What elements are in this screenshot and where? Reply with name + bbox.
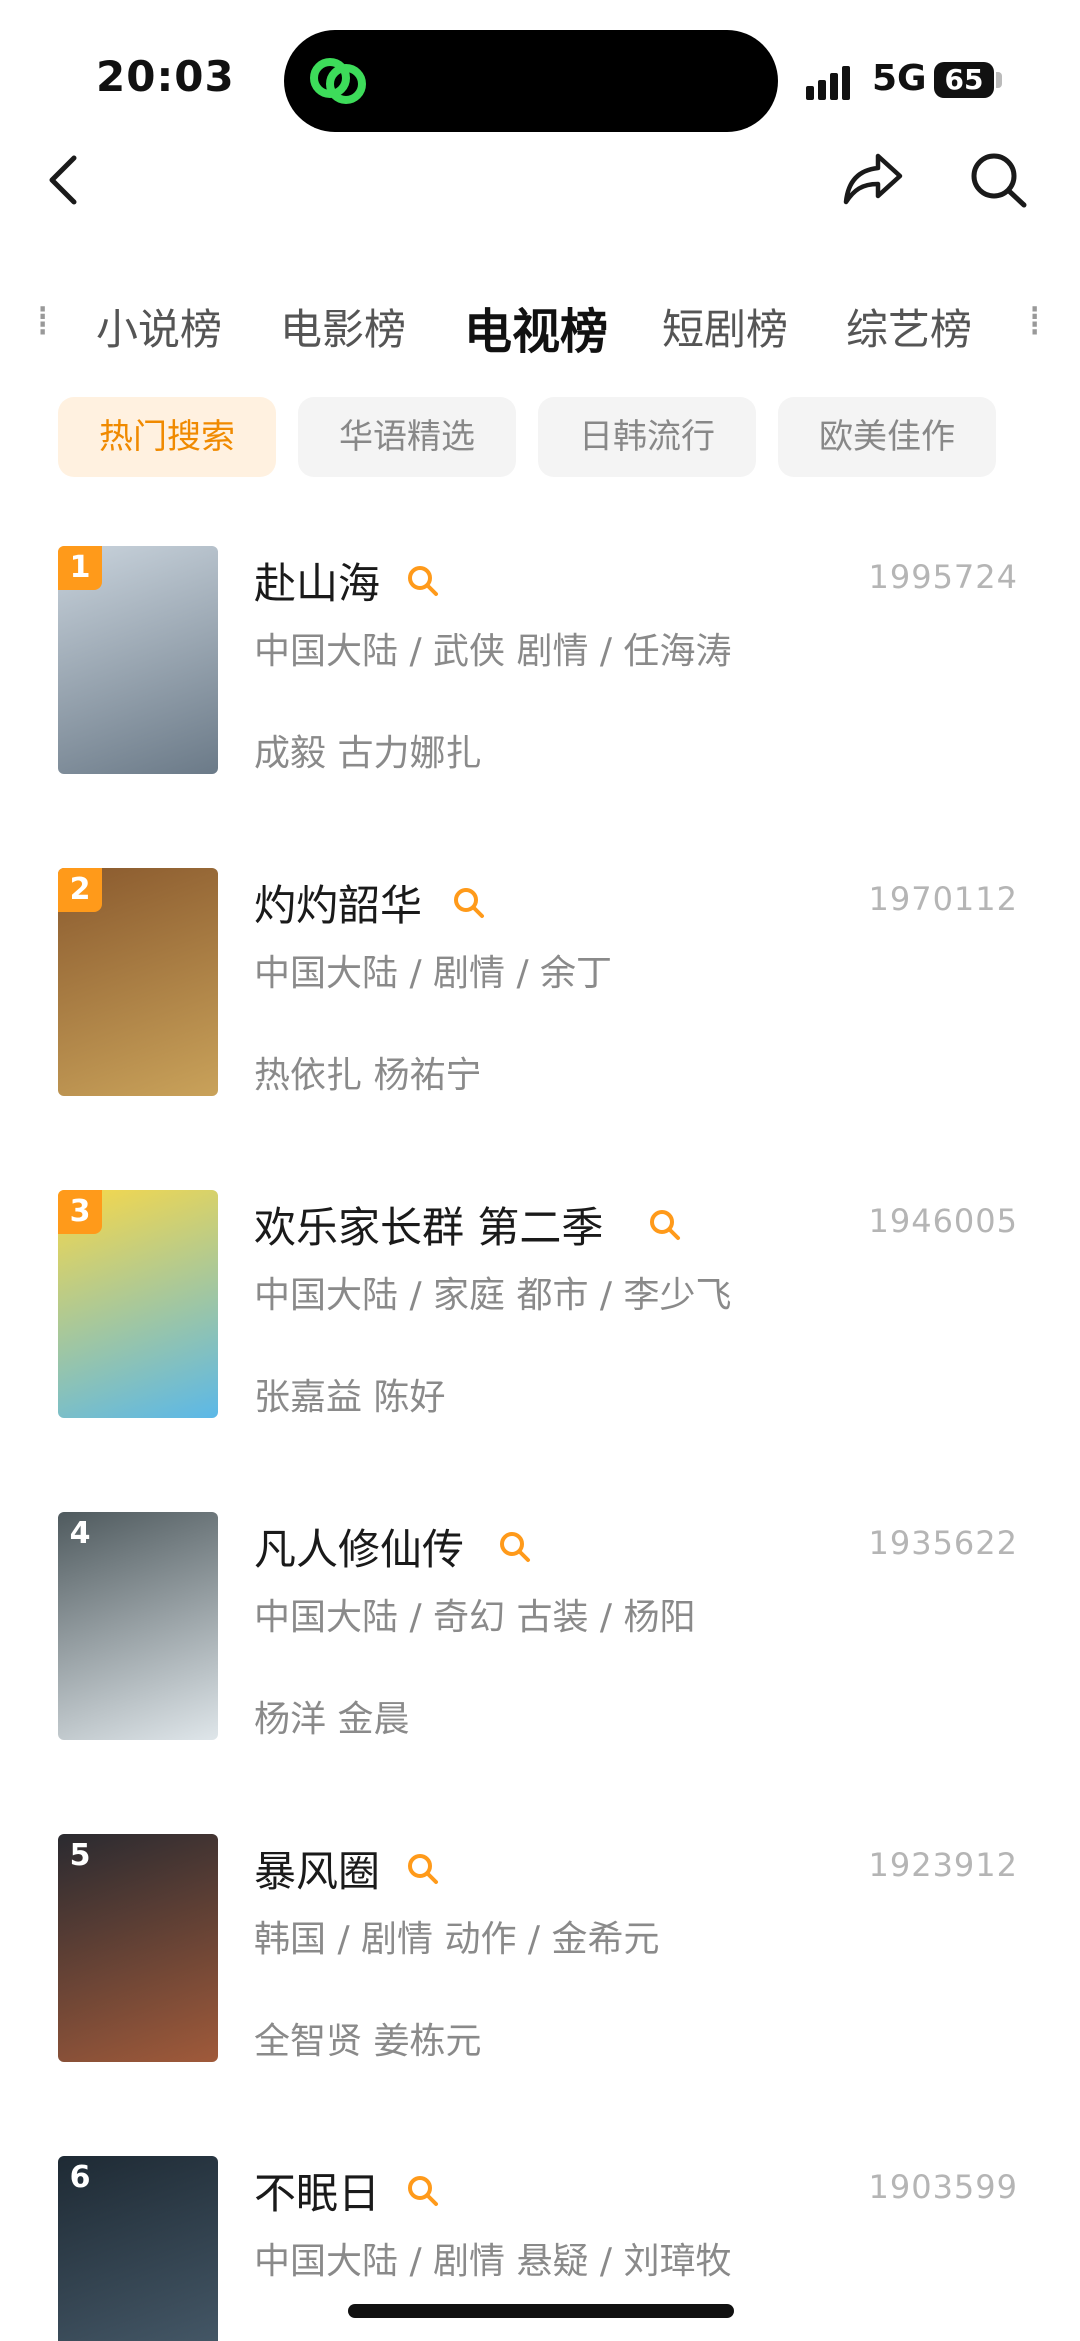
search-icon[interactable] <box>452 886 486 920</box>
tab-edge-left: ⁞ <box>36 296 50 345</box>
item-title[interactable]: 赴山海 <box>254 550 380 611</box>
item-cast: 杨洋 金晨 <box>254 1699 410 1740</box>
rank-badge: 2 <box>58 868 102 912</box>
tab-edge-right: ⁞ <box>1028 296 1042 345</box>
item-cast: 全智贤 姜栋元 <box>254 2021 482 2062</box>
ranking-item[interactable]: 4 凡人修仙传 1935622 中国大陆 / 奇幻 古装 / 杨阳 杨洋 金晨 <box>0 1512 1080 1812</box>
poster-image[interactable]: 6 <box>58 2156 218 2341</box>
chip-jp-kr-popular[interactable]: 日韩流行 <box>538 397 756 477</box>
item-meta: 中国大陆 / 武侠 剧情 / 任海涛 <box>254 631 732 672</box>
item-title[interactable]: 不眠日 <box>254 2160 380 2221</box>
tab-variety[interactable]: 综艺榜 <box>846 296 972 357</box>
ranking-item[interactable]: 2 灼灼韶华 1970112 中国大陆 / 剧情 / 余丁 热依扎 杨祐宁 <box>0 868 1080 1168</box>
item-cast: 张嘉益 陈好 <box>254 1377 446 1418</box>
poster-image[interactable]: 5 <box>58 1834 218 2062</box>
tab-novel[interactable]: 小说榜 <box>96 296 222 357</box>
rank-badge: 5 <box>69 1838 91 1873</box>
battery-icon: 65 <box>934 62 994 98</box>
share-arrow-icon[interactable] <box>842 150 904 208</box>
search-count: 1923912 <box>868 1846 1018 1884</box>
search-icon[interactable] <box>406 564 440 598</box>
search-count: 1946005 <box>868 1202 1018 1240</box>
chip-chinese-picks[interactable]: 华语精选 <box>298 397 516 477</box>
item-meta: 中国大陆 / 剧情 悬疑 / 刘璋牧 <box>254 2241 732 2282</box>
item-title[interactable]: 欢乐家长群 第二季 <box>254 1194 603 1255</box>
search-icon[interactable] <box>498 1530 532 1564</box>
item-meta: 韩国 / 剧情 动作 / 金希元 <box>254 1919 660 1960</box>
search-icon[interactable] <box>648 1208 682 1242</box>
rank-badge: 6 <box>69 2160 91 2195</box>
tab-tv[interactable]: 电视榜 <box>464 296 608 360</box>
poster-image[interactable]: 1 <box>58 546 218 774</box>
item-meta: 中国大陆 / 家庭 都市 / 李少飞 <box>254 1275 732 1316</box>
chip-western-picks[interactable]: 欧美佳作 <box>778 397 996 477</box>
tab-short-drama[interactable]: 短剧榜 <box>662 296 788 357</box>
chevron-left-icon[interactable] <box>40 150 90 210</box>
home-indicator <box>348 2304 734 2318</box>
rank-badge: 4 <box>69 1516 91 1551</box>
item-title[interactable]: 暴风圈 <box>254 1838 380 1899</box>
status-bar: 20:03 5G 65 <box>0 0 1080 140</box>
app-link-icon <box>310 58 366 104</box>
item-meta: 中国大陆 / 剧情 / 余丁 <box>254 953 613 994</box>
search-count: 1995724 <box>868 558 1018 596</box>
tab-movie[interactable]: 电影榜 <box>280 296 406 357</box>
rank-badge: 1 <box>58 546 102 590</box>
ranking-item[interactable]: 1 赴山海 1995724 中国大陆 / 武侠 剧情 / 任海涛 成毅 古力娜扎 <box>0 546 1080 846</box>
chip-hot-search[interactable]: 热门搜索 <box>58 397 276 477</box>
search-count: 1935622 <box>868 1524 1018 1562</box>
rank-badge: 3 <box>58 1190 102 1234</box>
item-title[interactable]: 灼灼韶华 <box>254 872 422 933</box>
poster-image[interactable]: 2 <box>58 868 218 1096</box>
item-cast: 热依扎 杨祐宁 <box>254 1055 482 1096</box>
item-cast: 成毅 古力娜扎 <box>254 733 482 774</box>
search-icon[interactable] <box>406 2174 440 2208</box>
search-icon[interactable] <box>406 1852 440 1886</box>
ranking-item[interactable]: 5 暴风圈 1923912 韩国 / 剧情 动作 / 金希元 全智贤 姜栋元 <box>0 1834 1080 2134</box>
poster-image[interactable]: 4 <box>58 1512 218 1740</box>
item-title[interactable]: 凡人修仙传 <box>254 1516 464 1577</box>
dynamic-island <box>284 30 778 132</box>
network-type: 5G <box>872 58 927 99</box>
status-time: 20:03 <box>96 52 235 101</box>
search-icon[interactable] <box>968 150 1028 208</box>
poster-image[interactable]: 3 <box>58 1190 218 1418</box>
signal-icon <box>806 66 850 100</box>
search-count: 1903599 <box>868 2168 1018 2206</box>
ranking-item[interactable]: 3 欢乐家长群 第二季 1946005 中国大陆 / 家庭 都市 / 李少飞 张嘉益 陈… <box>0 1190 1080 1490</box>
battery-tip <box>996 72 1002 88</box>
search-count: 1970112 <box>868 880 1018 918</box>
category-tabs: ⁞ 小说榜 电影榜 电视榜 短剧榜 综艺榜 ⁞ <box>0 296 1080 360</box>
item-meta: 中国大陆 / 奇幻 古装 / 杨阳 <box>254 1597 696 1638</box>
